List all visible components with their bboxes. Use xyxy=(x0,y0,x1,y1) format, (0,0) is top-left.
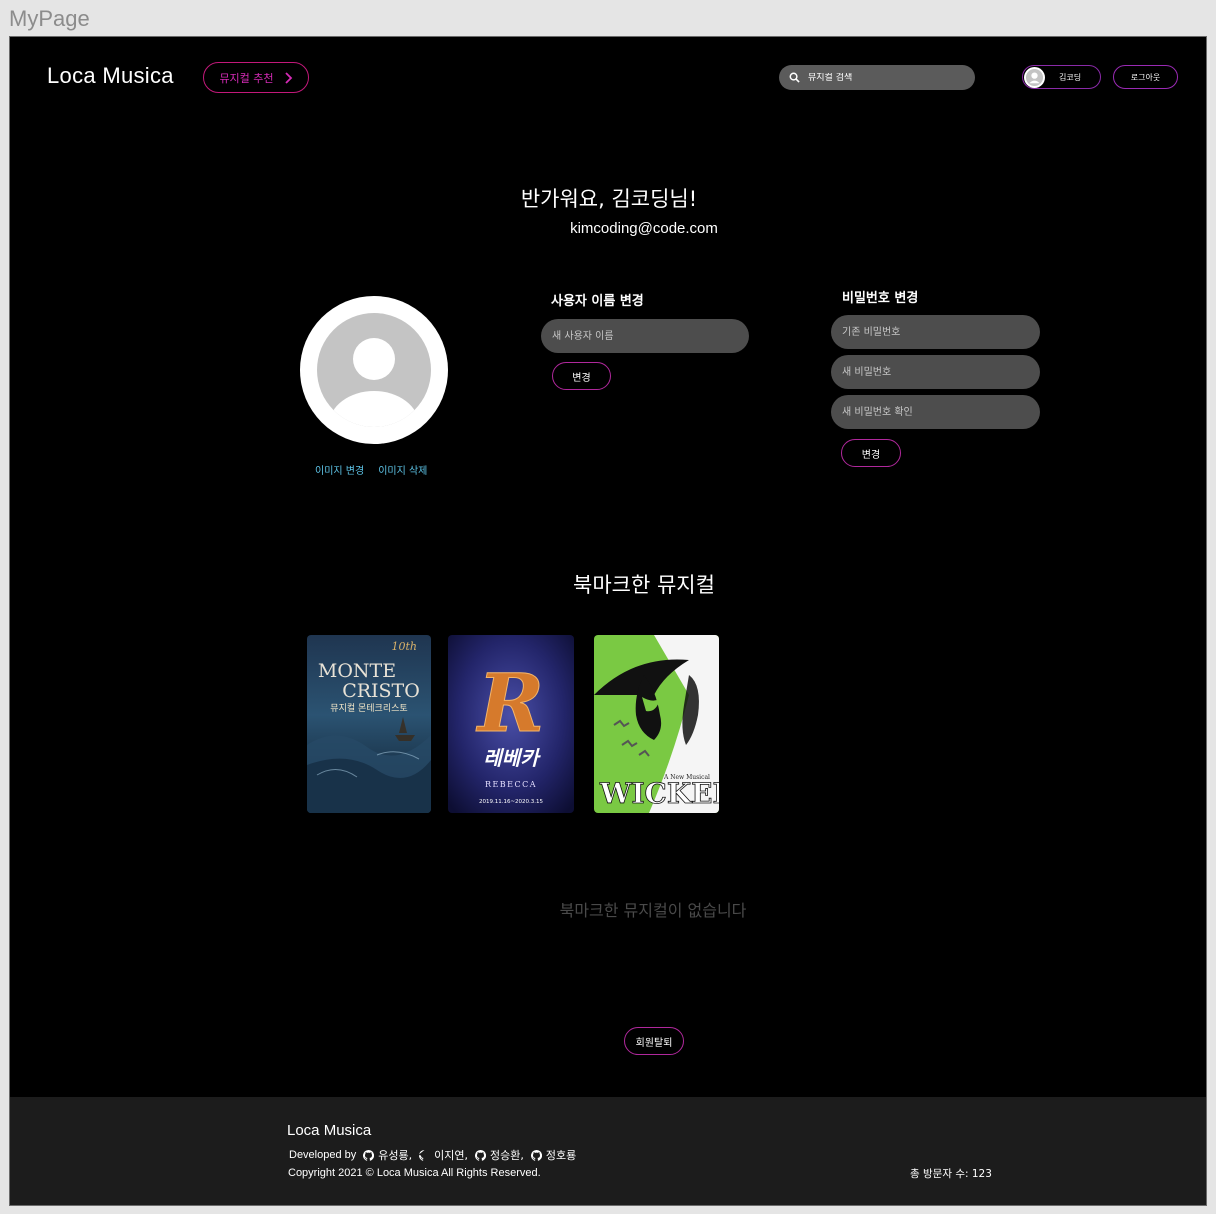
github-icon[interactable] xyxy=(363,1149,375,1161)
profile-avatar xyxy=(300,296,448,444)
bookmark-poster-rebecca[interactable]: R 레베카 REBECCA 2019.11.16~2020.3.15 xyxy=(448,635,574,813)
chevron-right-icon xyxy=(284,71,292,84)
user-menu-button[interactable]: 김코딩 xyxy=(1022,65,1101,89)
developer-name[interactable]: 정승환, xyxy=(490,1147,524,1163)
footer-developers: Developed by 유성룡, 이지연, 정승환, 정호룡 xyxy=(289,1147,576,1163)
bookmarks-title: 북마크한 뮤지컬 xyxy=(573,573,715,597)
confirm-password-input[interactable] xyxy=(831,395,1040,429)
poster-badge: 10th xyxy=(391,640,417,653)
visitor-count: 총 방문자 수: 123 xyxy=(910,1168,992,1180)
user-avatar-icon xyxy=(1024,66,1045,88)
poster-subtitle: A New Musical xyxy=(663,774,710,781)
footer-logo: Loca Musica xyxy=(287,1122,372,1139)
username-section-title: 사용자 이름 변경 xyxy=(551,294,644,309)
recommend-label: 뮤지컬 추천 xyxy=(219,71,274,85)
change-password-button[interactable]: 변경 xyxy=(841,439,901,467)
github-icon[interactable] xyxy=(530,1149,542,1161)
withdraw-button[interactable]: 회원탈퇴 xyxy=(624,1027,684,1055)
bookmark-poster-monte-cristo[interactable]: 10th MONTE CRISTO 뮤지컬 몬테크리스토 xyxy=(307,635,431,813)
user-name: 김코딩 xyxy=(1059,72,1082,82)
page-frame: Loca Musica 뮤지컬 추천 김코딩 로그아웃 반가워요, 김코딩님! … xyxy=(9,36,1207,1206)
github-icon[interactable] xyxy=(419,1149,430,1161)
github-icon[interactable] xyxy=(475,1149,486,1161)
new-password-input[interactable] xyxy=(831,355,1040,389)
developer-name[interactable]: 이지연, xyxy=(434,1147,468,1163)
frame-label: MyPage xyxy=(9,6,90,31)
poster-title: 레베카 xyxy=(483,746,541,770)
developer-name[interactable]: 정호룡 xyxy=(546,1147,576,1163)
site-logo[interactable]: Loca Musica xyxy=(47,63,174,89)
poster-title: WICKED xyxy=(599,777,719,810)
user-email: kimcoding@code.com xyxy=(570,220,718,237)
developed-by-label: Developed by xyxy=(289,1149,357,1161)
logout-button[interactable]: 로그아웃 xyxy=(1113,65,1178,89)
search-icon xyxy=(789,72,800,83)
poster-letter: R xyxy=(476,656,544,750)
poster-date: 2019.11.16~2020.3.15 xyxy=(479,799,544,805)
new-username-input[interactable] xyxy=(541,319,749,353)
current-password-input[interactable] xyxy=(831,315,1040,349)
poster-title-line1: MONTE xyxy=(318,660,396,682)
search-bar[interactable] xyxy=(779,65,975,90)
poster-title-line2: CRISTO xyxy=(342,680,420,702)
footer-copyright: Copyright 2021 © Loca Musica All Rights … xyxy=(288,1167,541,1179)
greeting: 반가워요, 김코딩님! xyxy=(520,187,698,211)
poster-subtitle: 뮤지컬 몬테크리스토 xyxy=(330,703,407,714)
bookmark-poster-wicked[interactable]: WICKED A New Musical xyxy=(594,635,719,813)
password-section-title: 비밀번호 변경 xyxy=(842,291,919,306)
recommend-button[interactable]: 뮤지컬 추천 xyxy=(203,62,309,93)
footer: Loca Musica Developed by 유성룡, 이지연, 정승환, … xyxy=(10,1097,1206,1205)
image-actions: 이미지 변경 이미지 삭제 xyxy=(315,462,427,477)
change-image-link[interactable]: 이미지 변경 xyxy=(315,462,364,477)
poster-subtitle: REBECCA xyxy=(485,780,537,789)
search-input[interactable] xyxy=(808,72,958,83)
empty-bookmarks-message: 북마크한 뮤지컬이 없습니다 xyxy=(559,901,747,920)
change-username-button[interactable]: 변경 xyxy=(552,362,611,390)
user-avatar-icon xyxy=(317,313,431,427)
developer-name[interactable]: 유성룡, xyxy=(378,1147,412,1163)
delete-image-link[interactable]: 이미지 삭제 xyxy=(378,462,427,477)
